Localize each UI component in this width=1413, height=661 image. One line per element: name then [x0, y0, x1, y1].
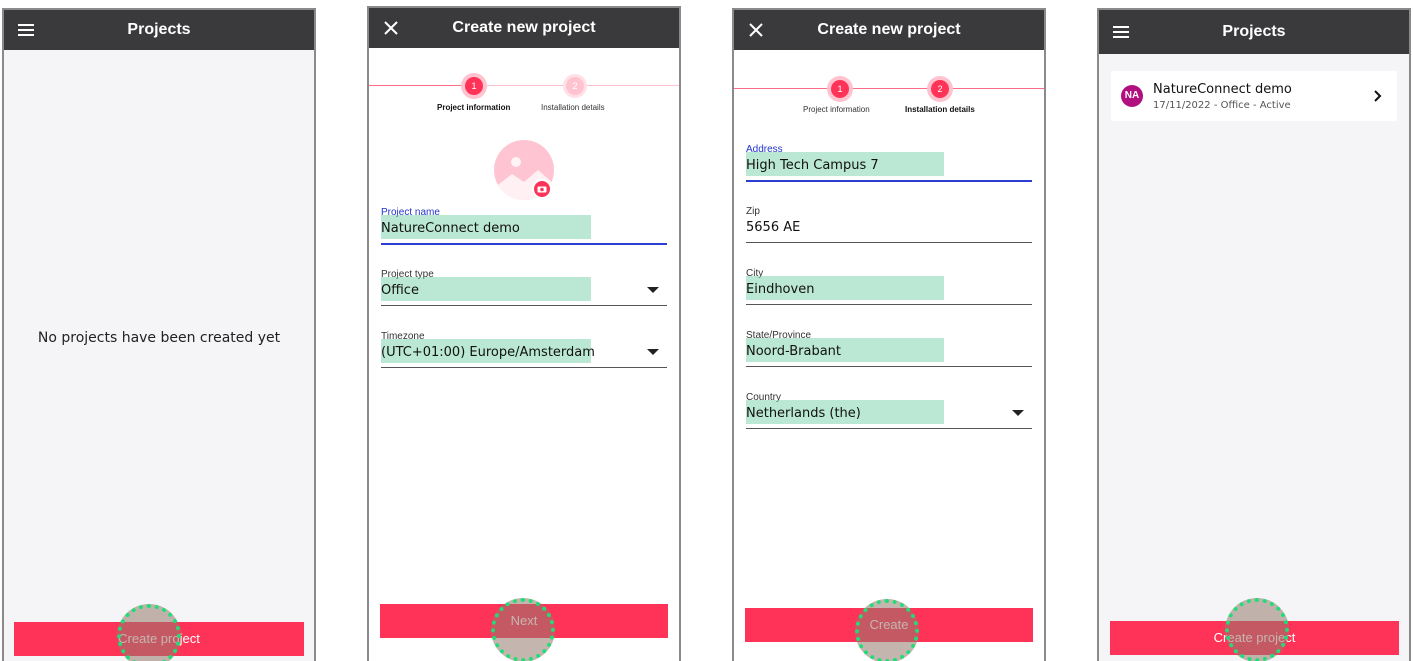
stepper: 1 2 Project information Installation det… — [369, 70, 679, 120]
address-field[interactable]: Address High Tech Campus 7 — [746, 144, 1032, 182]
app-bar: Projects — [1099, 10, 1409, 54]
project-type-select[interactable]: Project type Office — [381, 269, 667, 306]
create-button[interactable]: Create — [745, 608, 1033, 642]
step-2-indicator[interactable]: 2 — [931, 80, 949, 98]
state-field[interactable]: State/Province Noord-Brabant — [746, 330, 1032, 367]
project-name: NatureConnect demo — [1153, 82, 1292, 97]
page-title: Create new project — [452, 19, 596, 36]
stepper-line-done — [369, 85, 465, 86]
state-value[interactable]: Noord-Brabant — [746, 344, 841, 359]
page-title: Create new project — [817, 21, 961, 38]
app-bar: Projects — [4, 10, 314, 50]
step-2-indicator[interactable]: 2 — [566, 77, 584, 95]
screen-projects-empty: Projects No projects have been created y… — [2, 8, 316, 661]
stepper-line-done — [734, 88, 1044, 89]
screen-create-project-step2: Create new project 1 2 Project informati… — [732, 8, 1046, 661]
step-2-label: Installation details — [541, 103, 605, 112]
dropdown-arrow-icon[interactable] — [647, 287, 659, 293]
step-1-label: Project information — [803, 105, 870, 114]
project-name-field[interactable]: Project name NatureConnect demo — [381, 207, 667, 245]
create-project-button[interactable]: Create project — [14, 622, 304, 656]
dropdown-arrow-icon[interactable] — [647, 349, 659, 355]
zip-value[interactable]: 5656 AE — [746, 220, 800, 235]
project-type-value[interactable]: Office — [381, 283, 419, 298]
step-1-label: Project information — [437, 103, 511, 112]
country-select[interactable]: Country Netherlands (the) — [746, 392, 1032, 429]
timezone-select[interactable]: Timezone (UTC+01:00) Europe/Amsterdam — [381, 331, 667, 368]
app-bar: Create new project — [734, 10, 1044, 50]
city-value[interactable]: Eindhoven — [746, 282, 814, 297]
step-2-label: Installation details — [905, 105, 975, 114]
city-field[interactable]: City Eindhoven — [746, 268, 1032, 305]
country-value[interactable]: Netherlands (the) — [746, 406, 861, 421]
timezone-value[interactable]: (UTC+01:00) Europe/Amsterdam — [381, 345, 595, 360]
project-details: 17/11/2022 - Office - Active — [1153, 100, 1291, 111]
address-value[interactable]: High Tech Campus 7 — [746, 158, 879, 173]
next-button[interactable]: Next — [380, 604, 668, 638]
zip-label: Zip — [746, 206, 760, 217]
create-project-button[interactable]: Create project — [1110, 621, 1399, 655]
zip-field[interactable]: Zip 5656 AE — [746, 206, 1032, 243]
screen-projects-list: Projects NA NatureConnect demo 17/11/202… — [1097, 8, 1411, 661]
stepper: 1 2 Project information Installation det… — [734, 78, 1044, 128]
app-bar: Create new project — [369, 8, 679, 48]
screen-create-project-step1: Create new project 1 2 Project informati… — [367, 6, 681, 661]
project-list-item[interactable]: NA NatureConnect demo 17/11/2022 - Offic… — [1111, 71, 1397, 121]
page-title: Projects — [127, 21, 191, 38]
camera-icon[interactable] — [532, 179, 552, 199]
chevron-right-icon[interactable] — [1369, 88, 1385, 104]
page-title: Projects — [1222, 23, 1286, 40]
empty-state-message: No projects have been created yet — [37, 330, 281, 346]
project-name-value[interactable]: NatureConnect demo — [381, 221, 520, 236]
step-1-indicator[interactable]: 1 — [465, 77, 483, 95]
step-1-indicator[interactable]: 1 — [831, 80, 849, 98]
dropdown-arrow-icon[interactable] — [1012, 410, 1024, 416]
project-avatar: NA — [1121, 85, 1143, 107]
